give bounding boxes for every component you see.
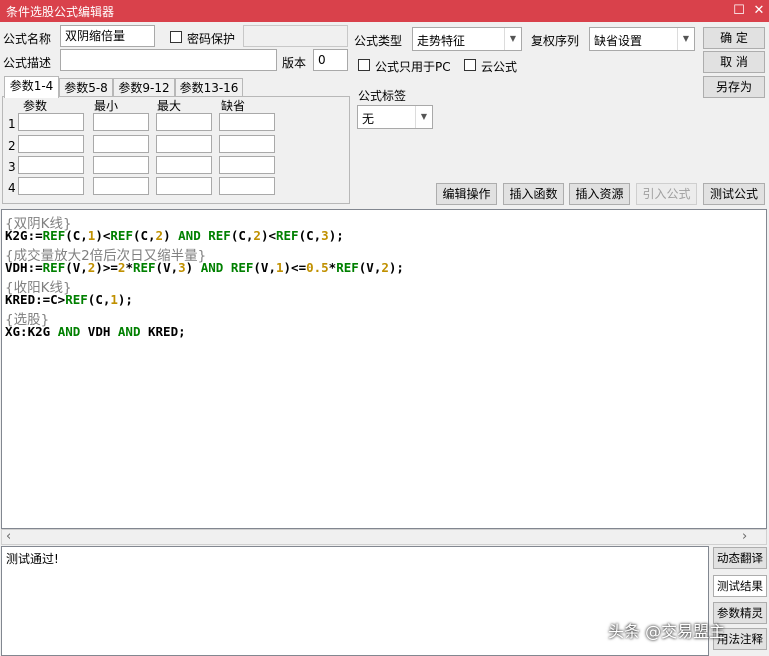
code-line: KRED:=C>REF(C,1); (5, 292, 133, 307)
formula-tag-label: 公式标签 (358, 89, 407, 103)
param-header-max: 最大 (157, 99, 182, 113)
code-line: VDH:=REF(V,2)>=2*REF(V,3) AND REF(V,1)<=… (5, 260, 404, 275)
tab-params-9-12[interactable]: 参数9-12 (113, 78, 175, 98)
param-1-default[interactable] (219, 113, 275, 131)
save-as-button[interactable]: 另存为 (703, 76, 765, 98)
ok-button[interactable]: 确 定 (703, 27, 765, 49)
window-title: 条件选股公式编辑器 (6, 5, 115, 19)
cloud-label: 云公式 (481, 60, 518, 74)
rights-label: 复权序列 (531, 34, 580, 48)
pc-only-checkbox[interactable] (358, 59, 370, 71)
param-2-name[interactable] (18, 135, 84, 153)
insert-function-button[interactable]: 插入函数 (503, 183, 564, 205)
param-row-label: 4 (8, 181, 16, 195)
tab-params-13-16[interactable]: 参数13-16 (175, 78, 243, 98)
close-icon[interactable]: ✕ (747, 0, 769, 22)
formula-type-value: 走势特征 (417, 34, 466, 48)
chevron-down-icon: ▼ (415, 106, 432, 128)
test-formula-button[interactable]: 测试公式 (703, 183, 765, 205)
chevron-down-icon: ▼ (677, 28, 694, 50)
param-row-label: 1 (8, 117, 16, 131)
formula-type-label: 公式类型 (354, 34, 403, 48)
param-3-name[interactable] (18, 156, 84, 174)
code-comment-line: {成交量放大2倍后次日又缩半量} (5, 248, 207, 264)
code-comment-line: {收阳K线} (5, 280, 72, 296)
param-header-name: 参数 (23, 99, 48, 113)
param-row-label: 3 (8, 160, 16, 174)
param-1-min[interactable] (93, 113, 149, 131)
insert-resource-button[interactable]: 插入资源 (569, 183, 630, 205)
param-3-default[interactable] (219, 156, 275, 174)
formula-tag-value: 无 (362, 112, 375, 126)
import-formula-button[interactable]: 引入公式 (636, 183, 697, 205)
formula-desc-input[interactable] (60, 49, 277, 71)
param-4-max[interactable] (156, 177, 212, 195)
tab-params-1-4[interactable]: 参数1-4 (4, 76, 59, 98)
formula-name-label: 公式名称 (3, 32, 52, 46)
code-comment-line: {双阴K线} (5, 216, 72, 232)
param-4-default[interactable] (219, 177, 275, 195)
param-2-max[interactable] (156, 135, 212, 153)
watermark: 头条 @交易盟主 (608, 622, 726, 641)
param-2-min[interactable] (93, 135, 149, 153)
code-comment-line: {选股} (5, 312, 50, 328)
tab-params-5-8[interactable]: 参数5-8 (59, 78, 113, 98)
title-bar: 条件选股公式编辑器 ☐ ✕ (0, 0, 769, 22)
rights-select[interactable]: 缺省设置 ▼ (589, 27, 695, 51)
password-checkbox[interactable] (170, 31, 182, 43)
version-input[interactable]: 0 (313, 49, 348, 71)
param-4-name[interactable] (18, 177, 84, 195)
param-header-min: 最小 (94, 99, 119, 113)
version-label: 版本 (282, 56, 307, 70)
pc-only-label: 公式只用于PC (375, 60, 451, 74)
scroll-left-icon[interactable]: ‹ (6, 529, 11, 544)
cloud-checkbox[interactable] (464, 59, 476, 71)
param-panel: 参数 最小 最大 缺省 1 2 3 4 (2, 96, 350, 204)
param-1-name[interactable] (18, 113, 84, 131)
dynamic-translate-button[interactable]: 动态翻译 (713, 547, 767, 569)
param-2-default[interactable] (219, 135, 275, 153)
formula-name-input[interactable]: 双阴缩倍量 (60, 25, 155, 47)
param-3-min[interactable] (93, 156, 149, 174)
test-output-panel: 测试通过! (1, 546, 709, 656)
password-input[interactable] (243, 25, 348, 47)
param-4-min[interactable] (93, 177, 149, 195)
test-output-text: 测试通过! (6, 552, 59, 566)
param-1-max[interactable] (156, 113, 212, 131)
edit-ops-button[interactable]: 编辑操作 (436, 183, 497, 205)
formula-type-select[interactable]: 走势特征 ▼ (412, 27, 522, 51)
scroll-right-icon[interactable]: › (742, 529, 747, 544)
code-line: XG:K2G AND VDH AND KRED; (5, 324, 186, 339)
horizontal-scrollbar[interactable]: ‹ › (1, 529, 767, 545)
param-row-label: 2 (8, 139, 16, 153)
password-label: 密码保护 (187, 32, 236, 46)
formula-tag-select[interactable]: 无 ▼ (357, 105, 433, 129)
formula-desc-label: 公式描述 (3, 56, 52, 70)
formula-editor[interactable]: {双阴K线} K2G:=REF(C,1)<REF(C,2) AND REF(C,2… (1, 209, 767, 529)
chevron-down-icon: ▼ (504, 28, 521, 50)
code-line: K2G:=REF(C,1)<REF(C,2) AND REF(C,2)<REF(… (5, 228, 344, 243)
rights-value: 缺省设置 (594, 34, 643, 48)
param-3-max[interactable] (156, 156, 212, 174)
cancel-button[interactable]: 取 消 (703, 51, 765, 73)
test-result-button[interactable]: 测试结果 (713, 575, 767, 597)
param-header-default: 缺省 (221, 99, 246, 113)
